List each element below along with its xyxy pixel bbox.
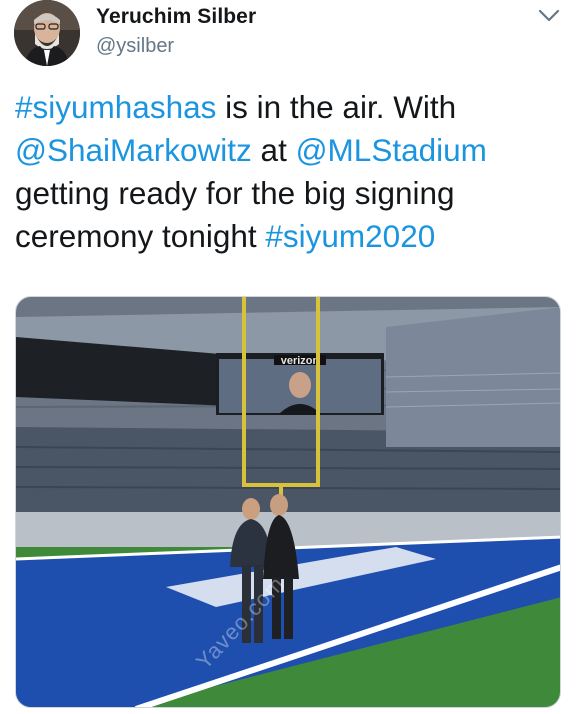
mention-link[interactable]: @ShaiMarkowitz xyxy=(15,132,252,168)
stadium-photo: verizon xyxy=(16,297,560,707)
tweet-card[interactable]: Yeruchim Silber @ysilber #siyumhashas is… xyxy=(0,0,576,714)
scoreboard-brand: verizon xyxy=(281,355,320,367)
hashtag-link[interactable]: #siyum2020 xyxy=(265,218,435,254)
tweet-text: #siyumhashas is in the air. With @ShaiMa… xyxy=(15,86,563,258)
avatar[interactable] xyxy=(14,0,80,66)
author-handle[interactable]: @ysilber xyxy=(96,35,174,58)
author-display-name[interactable]: Yeruchim Silber xyxy=(96,5,256,29)
chevron-down-icon[interactable] xyxy=(538,8,560,24)
tweet-photo[interactable]: verizon Yaveo.com xyxy=(15,296,561,708)
mention-link[interactable]: @MLStadium xyxy=(296,132,487,168)
hashtag-link[interactable]: #siyumhashas xyxy=(15,89,216,125)
avatar-photo xyxy=(14,0,80,66)
tweet-text-segment: is in the air. With xyxy=(216,89,457,125)
tweet-text-segment: at xyxy=(251,132,296,168)
